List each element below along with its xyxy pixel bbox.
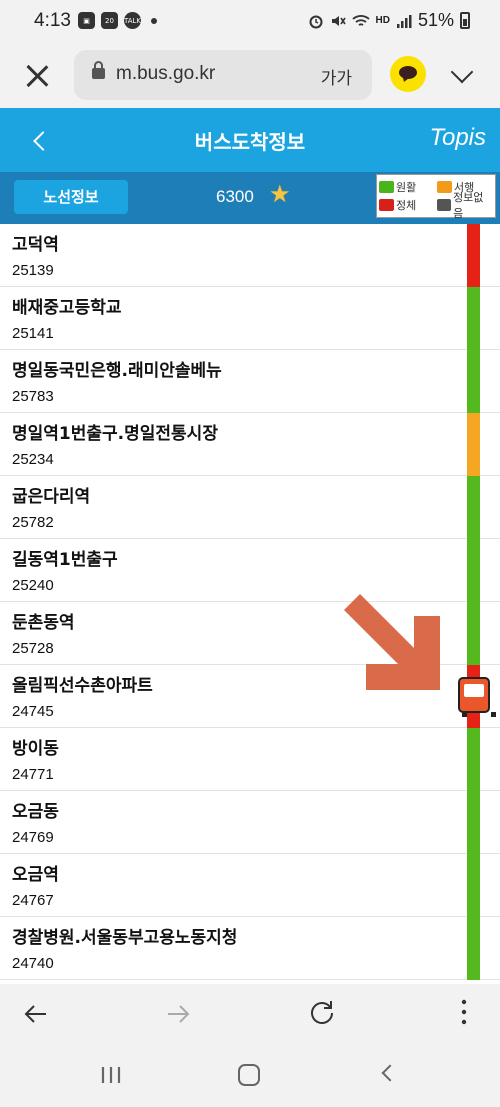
system-back-icon[interactable] — [381, 1064, 399, 1082]
hd-voice-label: HD — [375, 15, 390, 26]
station-name: 명일역1번출구.명일전통시장 — [12, 424, 218, 444]
station-row[interactable]: 명일동국민은행.래미안솔베뉴 25783 — [0, 350, 500, 413]
station-id: 25234 — [12, 451, 54, 468]
station-row[interactable]: 오금동 24769 — [0, 791, 500, 854]
recent-apps-icon[interactable] — [100, 1064, 122, 1086]
station-name: 오금역 — [12, 865, 59, 885]
arrow-right-icon[interactable] — [164, 1000, 192, 1028]
station-id: 25782 — [12, 514, 54, 531]
talk-icon: TALK — [124, 12, 141, 29]
station-id: 25783 — [12, 388, 54, 405]
station-name: 굽은다리역 — [12, 487, 91, 507]
station-name: 방이동 — [12, 739, 59, 759]
legend-item-congested: 정체 — [379, 197, 433, 213]
traffic-status-bar — [467, 728, 480, 791]
station-name: 올림픽선수촌아파트 — [12, 676, 153, 696]
station-id: 24740 — [12, 955, 54, 972]
status-time: 4:13 — [34, 10, 71, 31]
traffic-status-bar — [467, 413, 480, 476]
station-row[interactable]: 경찰병원.서울동부고용노동지청 24740 — [0, 917, 500, 980]
app-header: 버스도착정보 Topis — [0, 108, 500, 172]
signal-icon — [396, 14, 412, 28]
url-text[interactable]: m.bus.go.kr — [116, 63, 215, 85]
traffic-status-bar — [467, 539, 480, 602]
legend-swatch-red — [379, 199, 394, 211]
station-name: 고덕역 — [12, 235, 59, 255]
legend-swatch-green — [379, 181, 394, 193]
favorite-star-icon[interactable]: ★ — [269, 182, 291, 206]
station-name: 명일동국민은행.래미안솔베뉴 — [12, 361, 222, 381]
legend-label: 원활 — [396, 181, 417, 194]
traffic-status-bar — [467, 476, 480, 539]
station-row[interactable]: 명일역1번출구.명일전통시장 25234 — [0, 413, 500, 476]
traffic-status-bar — [467, 917, 480, 980]
legend-item-smooth: 원활 — [379, 179, 433, 195]
station-name: 배재중고등학교 — [12, 298, 122, 318]
chevron-down-icon[interactable] — [450, 64, 476, 84]
browser-bottom-nav — [0, 984, 500, 1044]
traffic-status-bar — [467, 350, 480, 413]
station-id: 25728 — [12, 640, 54, 657]
traffic-status-bar — [467, 287, 480, 350]
font-size-button[interactable]: 가가 — [321, 64, 352, 89]
home-icon[interactable] — [238, 1064, 260, 1086]
more-notifications-dot — [151, 17, 157, 24]
more-vertical-icon[interactable] — [455, 996, 473, 1028]
station-row[interactable]: 오금역 24767 — [0, 854, 500, 917]
legend-swatch-gray — [437, 199, 452, 211]
station-id: 25240 — [12, 577, 54, 594]
station-id: 24769 — [12, 829, 54, 846]
station-row[interactable]: 배재중고등학교 25141 — [0, 287, 500, 350]
alarm-icon — [309, 15, 323, 28]
station-row[interactable]: 방이동 24771 — [0, 728, 500, 791]
station-name: 길동역1번출구 — [12, 550, 118, 570]
arrow-left-icon[interactable] — [22, 1000, 50, 1028]
traffic-legend: 원활 서행 정체 정보없음 — [376, 174, 496, 221]
station-row[interactable]: 굽은다리역 25782 — [0, 476, 500, 539]
bus-location-icon[interactable] — [458, 677, 496, 717]
traffic-status-bar — [467, 854, 480, 917]
reload-icon[interactable] — [308, 998, 336, 1026]
topis-logo[interactable]: Topis — [430, 124, 486, 152]
station-name: 경찰병원.서울동부고용노동지청 — [12, 928, 238, 948]
status-bar: 4:13 ▣ 20 TALK HD 51% — [0, 0, 500, 44]
legend-label: 정보없음 — [453, 191, 484, 220]
station-id: 25139 — [12, 262, 54, 279]
address-bar[interactable]: m.bus.go.kr 가가 — [74, 50, 372, 100]
wifi-icon — [351, 14, 370, 26]
station-id: 24771 — [12, 766, 54, 783]
traffic-status-bar — [467, 602, 480, 665]
blog-icon: 20 — [101, 12, 118, 29]
lock-icon — [92, 61, 105, 79]
image-icon: ▣ — [78, 12, 95, 29]
legend-item-no-info: 정보없음 — [437, 189, 491, 221]
station-name: 둔촌동역 — [12, 613, 75, 633]
route-number: 6300 — [216, 187, 254, 206]
battery-icon — [460, 12, 470, 29]
route-info-button[interactable]: 노선정보 — [14, 180, 128, 214]
traffic-status-bar — [467, 224, 480, 287]
station-name: 오금동 — [12, 802, 59, 822]
traffic-status-bar — [467, 791, 480, 854]
legend-label: 정체 — [396, 199, 417, 212]
close-tab-button[interactable] — [22, 60, 54, 92]
battery-percent: 51% — [417, 10, 454, 30]
mute-icon — [331, 15, 346, 26]
station-id: 24745 — [12, 703, 54, 720]
page-title: 버스도착정보 — [194, 130, 306, 154]
status-right: HD 51% — [308, 10, 470, 31]
station-id: 24767 — [12, 892, 54, 909]
system-nav-bar — [0, 1044, 500, 1107]
route-sub-bar: 노선정보 6300 ★ 원활 서행 정체 정보없음 — [0, 172, 500, 224]
station-id: 25141 — [12, 325, 54, 342]
browser-toolbar: m.bus.go.kr 가가 — [0, 44, 500, 108]
kakao-talk-icon[interactable] — [390, 56, 426, 92]
station-row[interactable]: 고덕역 25139 — [0, 224, 500, 287]
notification-icons: ▣ 20 TALK — [78, 12, 157, 29]
annotation-arrow-icon — [344, 594, 440, 690]
